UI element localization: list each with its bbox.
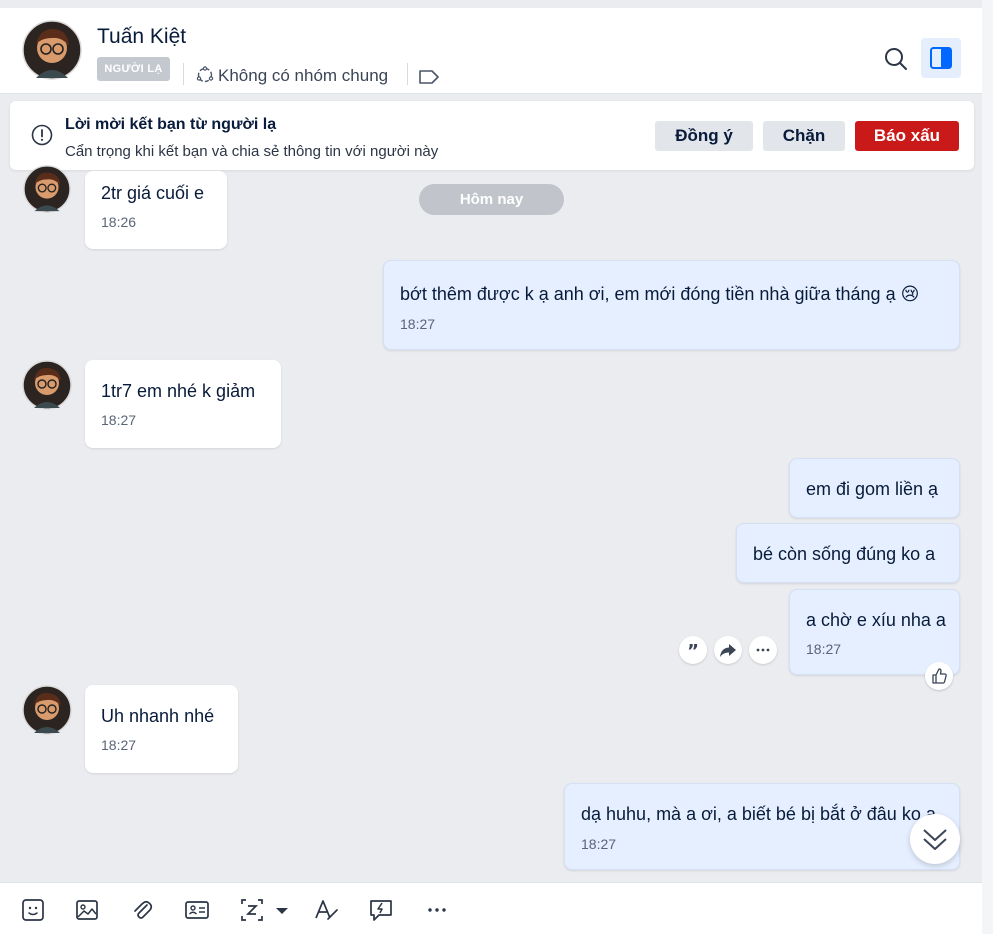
message-bubble[interactable]: Uh nhanh nhé 18:27	[85, 685, 238, 773]
forward-icon	[720, 644, 736, 657]
composer-toolbar	[0, 882, 982, 934]
date-divider: Hôm nay	[419, 184, 564, 215]
message-bubble[interactable]: 2tr giá cuối e 18:26	[85, 171, 227, 249]
message-text: Uh nhanh nhé	[101, 706, 215, 726]
crying-emoji: 😢	[900, 284, 920, 304]
contact-avatar[interactable]	[22, 685, 72, 735]
react-button[interactable]	[925, 662, 953, 690]
message-text: 1tr7 em nhé k giảm	[101, 381, 256, 401]
message-bubble[interactable]: 1tr7 em nhé k giảm 18:27	[85, 360, 281, 448]
message-bubble[interactable]: bé còn sống đúng ko a	[736, 523, 960, 583]
message-time: 18:26	[101, 214, 137, 230]
message-text: dạ huhu, mà a ơi, a biết bé bị bắt ở đâu…	[581, 804, 936, 824]
stranger-badge: NGƯỜI LẠ	[97, 57, 170, 81]
scroll-to-bottom-button[interactable]	[910, 814, 960, 864]
common-groups-label[interactable]: Không có nhóm chung	[218, 66, 388, 86]
search-icon[interactable]	[880, 43, 912, 75]
tag-icon[interactable]	[418, 68, 440, 86]
attachment-icon[interactable]	[128, 896, 156, 924]
divider	[407, 63, 408, 85]
message-time: 18:27	[806, 641, 842, 657]
forward-button[interactable]	[714, 636, 742, 664]
message-text: bé còn sống đúng ko a	[753, 544, 936, 564]
message-text: bớt thêm được k ạ anh ơi, em mới đóng ti…	[400, 284, 920, 304]
toggle-info-panel-button[interactable]	[921, 38, 961, 78]
message-time: 18:27	[581, 836, 617, 852]
double-chevron-down-icon	[923, 829, 947, 850]
quote-button[interactable]: ”	[679, 636, 707, 664]
divider	[183, 63, 184, 85]
report-button[interactable]: Báo xấu	[855, 121, 959, 151]
more-options-button[interactable]	[749, 636, 777, 664]
banner-subtitle: Cẩn trọng khi kết bạn và chia sẻ thông t…	[65, 143, 439, 160]
block-button[interactable]: Chặn	[763, 121, 845, 151]
chevron-down-icon[interactable]	[272, 896, 292, 924]
more-icon	[756, 648, 770, 652]
message-text: 2tr giá cuối e	[101, 183, 205, 203]
quick-message-icon[interactable]	[367, 896, 395, 924]
contact-name[interactable]: Tuấn Kiệt	[97, 25, 186, 49]
screenshot-icon[interactable]	[238, 896, 266, 924]
message-text: em đi gom liền ạ	[806, 479, 939, 499]
sidebar-panel-icon	[930, 47, 952, 69]
thumbs-up-icon	[932, 668, 947, 684]
contact-avatar[interactable]	[22, 20, 82, 80]
message-time: 18:27	[101, 412, 137, 428]
accept-button[interactable]: Đồng ý	[655, 121, 753, 151]
text-format-icon[interactable]	[312, 896, 340, 924]
message-bubble[interactable]: dạ huhu, mà a ơi, a biết bé bị bắt ở đâu…	[564, 783, 960, 870]
banner-title: Lời mời kết bạn từ người lạ	[65, 116, 277, 133]
contact-avatar[interactable]	[22, 360, 72, 410]
message-text: a chờ e xíu nha a	[806, 610, 946, 630]
message-bubble[interactable]: bớt thêm được k ạ anh ơi, em mới đóng ti…	[383, 260, 960, 350]
window-edge	[982, 0, 993, 934]
group-icon	[196, 66, 214, 83]
sticker-icon[interactable]	[19, 896, 47, 924]
contact-avatar[interactable]	[22, 165, 72, 213]
message-time: 18:27	[101, 737, 137, 753]
friend-request-banner: Lời mời kết bạn từ người lạ Cẩn trọng kh…	[10, 101, 974, 170]
info-icon	[31, 124, 53, 146]
message-time: 18:27	[400, 316, 436, 332]
svg-text:”: ”	[687, 641, 699, 662]
quote-icon: ”	[687, 641, 699, 662]
image-icon[interactable]	[73, 896, 101, 924]
message-bubble[interactable]: em đi gom liền ạ	[789, 458, 960, 518]
chat-header: Tuấn Kiệt NGƯỜI LẠ Không có nhóm chung	[0, 8, 982, 94]
contact-card-icon[interactable]	[183, 896, 211, 924]
more-icon[interactable]	[423, 896, 451, 924]
